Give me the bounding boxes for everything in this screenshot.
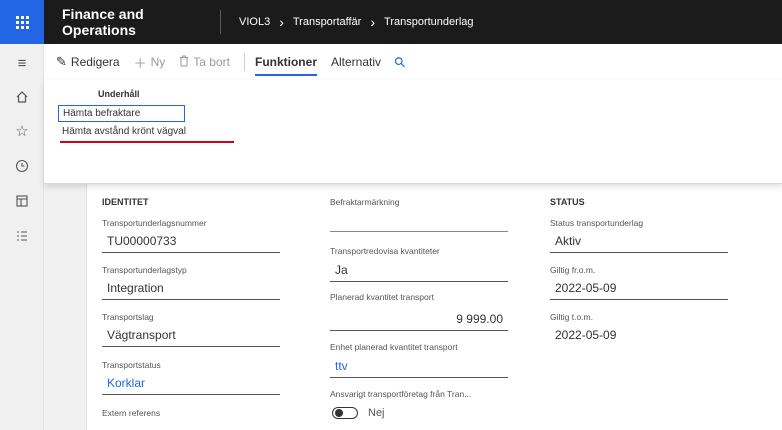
workspace-icon[interactable] xyxy=(0,189,44,213)
field-label: Ansvarigt transportföretag från Tran... xyxy=(330,389,472,399)
delete-button[interactable]: Ta bort xyxy=(179,55,230,70)
tab-funktioner[interactable]: Funktioner xyxy=(254,46,317,78)
section-title-identity: IDENTITET xyxy=(102,197,149,207)
star-icon[interactable]: ☆ xyxy=(0,119,44,143)
menu-item-get-shipper[interactable]: Hämta befraktare xyxy=(58,105,185,122)
action-pane: ✎ Redigera ＋ Ny Ta bort Funktioner Alter… xyxy=(44,44,782,80)
field-label: Giltig fr.o.m. xyxy=(550,265,596,275)
highlight-underline xyxy=(60,141,234,143)
planned-quantity-field[interactable]: 9 999.00 xyxy=(330,309,508,331)
plus-icon: ＋ xyxy=(133,55,147,71)
topbar-divider xyxy=(220,10,221,34)
action-flyout: Underhåll Hämta befraktare Hämta avstånd… xyxy=(44,80,782,184)
field-label: Enhet planerad kvantitet transport xyxy=(330,342,458,352)
field-label: Transportunderlagsnummer xyxy=(102,218,207,228)
page-content: IDENTITET Transportunderlagsnummer TU000… xyxy=(44,184,782,430)
new-label: Ny xyxy=(150,55,166,69)
waffle-icon xyxy=(15,15,29,29)
menu-item-get-distance[interactable]: Hämta avstånd krönt vägval xyxy=(58,124,190,139)
field-label: Transportredovisa kvantiteter xyxy=(330,246,440,256)
delete-label: Ta bort xyxy=(193,55,230,69)
section-title-status: STATUS xyxy=(550,197,585,207)
report-quantities-field[interactable]: Ja xyxy=(330,260,508,282)
pencil-icon: ✎ xyxy=(56,54,67,69)
clock-icon[interactable] xyxy=(0,154,44,178)
shipper-marking-field[interactable] xyxy=(330,210,508,232)
tab-alternativ[interactable]: Alternativ xyxy=(331,46,381,78)
field-label: Extern referens xyxy=(102,408,161,418)
toggle-value-label: Nej xyxy=(368,407,385,419)
status-field[interactable]: Aktiv xyxy=(550,231,728,253)
transport-mode-field[interactable]: Vägtransport xyxy=(102,325,280,347)
responsible-carrier-toggle[interactable] xyxy=(332,407,358,419)
breadcrumb: VIOL3 › Transportaffär › Transportunderl… xyxy=(239,14,474,30)
new-button[interactable]: ＋ Ny xyxy=(134,53,166,72)
field-label: Status transportunderlag xyxy=(550,218,644,228)
field-label: Giltig t.o.m. xyxy=(550,312,593,322)
left-navigation: ≡ ☆ xyxy=(0,44,44,430)
planned-quantity-unit-field[interactable]: ttv xyxy=(330,356,508,378)
action-divider xyxy=(243,53,245,71)
valid-to-field[interactable]: 2022-05-09 xyxy=(550,325,728,347)
breadcrumb-module[interactable]: Transportaffär xyxy=(293,16,361,28)
app-launcher-button[interactable] xyxy=(0,0,44,44)
search-icon[interactable]: ⚲ xyxy=(391,52,410,71)
trash-icon xyxy=(179,55,189,70)
hamburger-icon[interactable]: ≡ xyxy=(0,51,44,75)
field-label: Befraktarmärkning xyxy=(330,197,400,207)
transport-basis-type-field[interactable]: Integration xyxy=(102,278,280,300)
flyout-group-heading: Underhåll xyxy=(98,89,140,99)
transport-basis-number-field[interactable]: TU00000733 xyxy=(102,231,280,253)
breadcrumb-page[interactable]: Transportunderlag xyxy=(384,16,473,28)
transport-status-field[interactable]: Korklar xyxy=(102,373,280,395)
breadcrumb-company[interactable]: VIOL3 xyxy=(239,16,270,28)
chevron-right-icon: › xyxy=(279,14,284,30)
list-icon[interactable] xyxy=(0,224,44,248)
valid-from-field[interactable]: 2022-05-09 xyxy=(550,278,728,300)
edit-button[interactable]: ✎ Redigera xyxy=(56,54,120,70)
field-label: Planerad kvantitet transport xyxy=(330,292,434,302)
field-label: Transportslag xyxy=(102,312,154,322)
field-label: Transportstatus xyxy=(102,360,161,370)
chevron-right-icon: › xyxy=(370,14,376,30)
edit-label: Redigera xyxy=(70,55,120,69)
form-card: IDENTITET Transportunderlagsnummer TU000… xyxy=(86,184,782,430)
field-label: Transportunderlagstyp xyxy=(102,265,187,275)
top-bar: Finance and Operations VIOL3 › Transport… xyxy=(0,0,782,44)
app-title[interactable]: Finance and Operations xyxy=(62,6,220,38)
home-icon[interactable] xyxy=(0,85,44,109)
